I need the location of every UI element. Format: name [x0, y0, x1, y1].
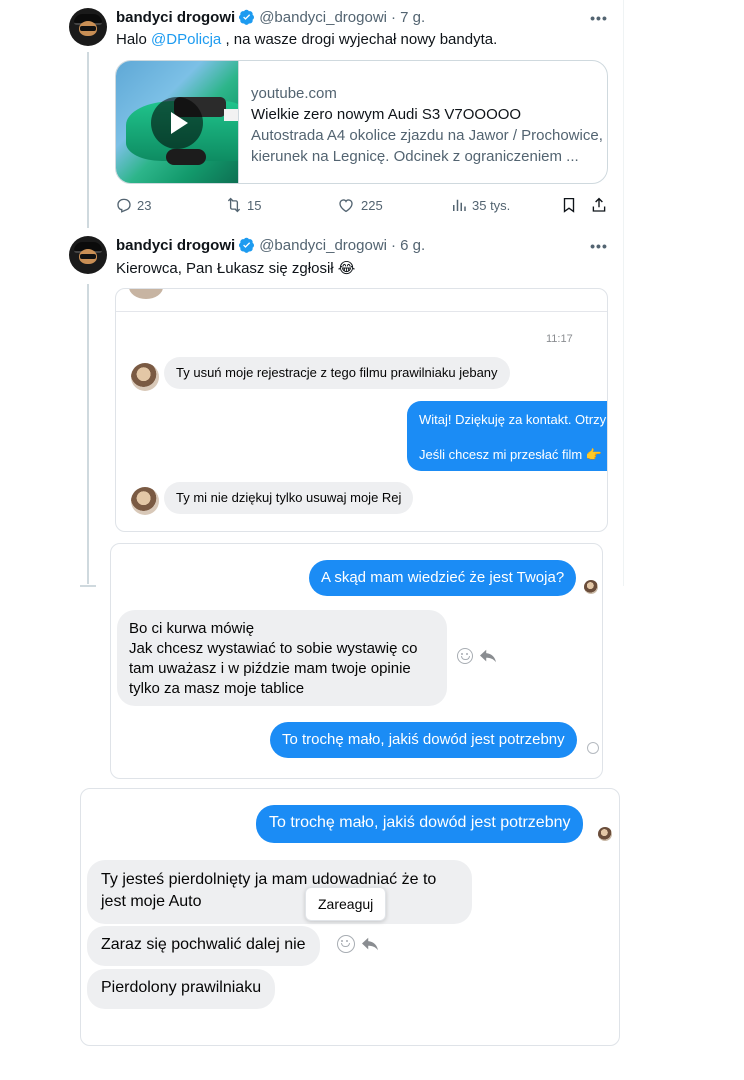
avatar[interactable] — [69, 8, 107, 46]
smile-icon[interactable] — [337, 935, 355, 953]
play-icon[interactable] — [151, 97, 203, 149]
timestamp[interactable]: · 7 g. — [391, 9, 425, 26]
timeline-border — [623, 0, 624, 586]
tweet-text: Halo @DPolicja , na wasze drogi wyjechał… — [116, 31, 498, 48]
share-icon — [592, 197, 606, 212]
reply-icon — [117, 198, 131, 213]
tweet-text-2: Kierowca, Pan Łukasz się zgłosił 😂 — [116, 260, 356, 277]
message-line: tylko za masz moje tablice — [129, 680, 305, 697]
incoming-message[interactable]: Pierdolony prawilniaku — [87, 969, 276, 1009]
bookmark-button[interactable] — [560, 196, 578, 214]
thread-line — [87, 52, 89, 228]
message-time: 11:17 — [546, 333, 573, 345]
partial-avatar — [129, 289, 163, 299]
incoming-message[interactable]: Ty usuń moje rejestracje z tego filmu pr… — [164, 357, 510, 389]
card-domain: youtube.com — [251, 85, 337, 102]
thread-line-end — [80, 585, 96, 587]
display-name[interactable]: bandyci drogowi — [116, 9, 235, 26]
message-actions — [337, 935, 379, 953]
avatar — [131, 363, 159, 391]
sent-check-icon — [587, 742, 599, 754]
repost-icon — [227, 197, 241, 213]
more-icon[interactable]: ••• — [589, 8, 609, 28]
mention-link[interactable]: @DPolicja — [151, 31, 221, 48]
handle[interactable]: @bandyci_drogowi — [259, 9, 387, 26]
outgoing-message[interactable]: To trochę mało, jakiś dowód jest potrzeb… — [256, 805, 584, 843]
like-button[interactable]: 225 — [337, 196, 383, 214]
video-thumbnail[interactable] — [116, 61, 239, 183]
reply-arrow-icon[interactable] — [479, 648, 497, 664]
incoming-message[interactable]: Ty mi nie dziękuj tylko usuwaj moje Rej — [164, 482, 414, 514]
repost-button[interactable]: 15 — [225, 196, 261, 214]
message-line: Jak chcesz wystawiać to sobie wystawię c… — [129, 640, 418, 657]
message-line: tam uważasz i w piździe mam twoje opinie — [129, 660, 411, 677]
outgoing-line-1: Witaj! Dziękuję za kontakt. Otrzy — [419, 412, 607, 427]
message-actions — [457, 648, 497, 664]
outgoing-message[interactable]: To trochę mało, jakiś dowód jest potrzeb… — [270, 722, 577, 758]
more-icon[interactable]: ••• — [589, 236, 609, 256]
chat-screenshot-3[interactable]: To trochę mało, jakiś dowód jest potrzeb… — [80, 788, 620, 1046]
tweet-header-2: bandyci drogowi @bandyci_drogowi · 6 g. — [116, 234, 425, 256]
reply-button[interactable]: 23 — [115, 196, 151, 214]
chat-screenshot-1[interactable]: 11:17 Ty usuń moje rejestracje z tego fi… — [115, 288, 608, 532]
link-card[interactable]: youtube.com Wielkie zero nowym Audi S3 V… — [115, 60, 608, 184]
views-button[interactable]: 35 tys. — [450, 196, 510, 214]
message-line: Bo ci kurwa mówię — [129, 620, 255, 637]
outgoing-message[interactable]: A skąd mam wiedzieć że jest Twoja? — [309, 560, 577, 596]
card-description-2: kierunek na Legnicę. Odcinek z ogranicze… — [251, 148, 579, 165]
card-title: Wielkie zero nowym Audi S3 V7OOOOO — [251, 106, 522, 123]
like-icon — [339, 199, 353, 213]
verified-icon — [239, 9, 255, 25]
share-button[interactable] — [590, 196, 608, 214]
incoming-message[interactable]: Zaraz się pochwalić dalej nie — [87, 926, 320, 966]
message-line: jest moje Auto — [101, 893, 202, 910]
bookmark-icon — [563, 197, 575, 213]
seen-avatar — [584, 580, 598, 594]
incoming-message[interactable]: Ty jesteś pierdolnięty ja mam udowadniać… — [87, 860, 472, 924]
verified-icon — [239, 237, 255, 253]
avatar — [131, 487, 159, 515]
card-description-1: Autostrada A4 okolice zjazdu na Jawor / … — [251, 127, 603, 144]
tweet-header: bandyci drogowi @bandyci_drogowi · 7 g. — [116, 6, 425, 28]
display-name[interactable]: bandyci drogowi — [116, 237, 235, 254]
timestamp[interactable]: · 6 g. — [391, 237, 425, 254]
incoming-message[interactable]: Bo ci kurwa mówię Jak chcesz wystawiać t… — [117, 610, 447, 706]
thread-line-2 — [87, 284, 89, 584]
reply-arrow-icon[interactable] — [361, 936, 379, 952]
views-icon — [453, 199, 466, 211]
message-line: Ty jesteś pierdolnięty ja mam udowadniać… — [101, 871, 437, 888]
smile-icon[interactable] — [457, 648, 473, 664]
chat-separator — [116, 311, 607, 312]
seen-avatar — [598, 827, 612, 841]
chat-screenshot-2[interactable]: A skąd mam wiedzieć że jest Twoja? Bo ci… — [110, 543, 603, 779]
avatar-2[interactable] — [69, 236, 107, 274]
handle[interactable]: @bandyci_drogowi — [259, 237, 387, 254]
outgoing-message[interactable]: Witaj! Dziękuję za kontakt. Otrzy Jeśli … — [407, 401, 607, 471]
react-tooltip: Zareaguj — [305, 887, 387, 921]
outgoing-line-2: Jeśli chcesz mi przesłać film 👉 — [419, 447, 603, 462]
